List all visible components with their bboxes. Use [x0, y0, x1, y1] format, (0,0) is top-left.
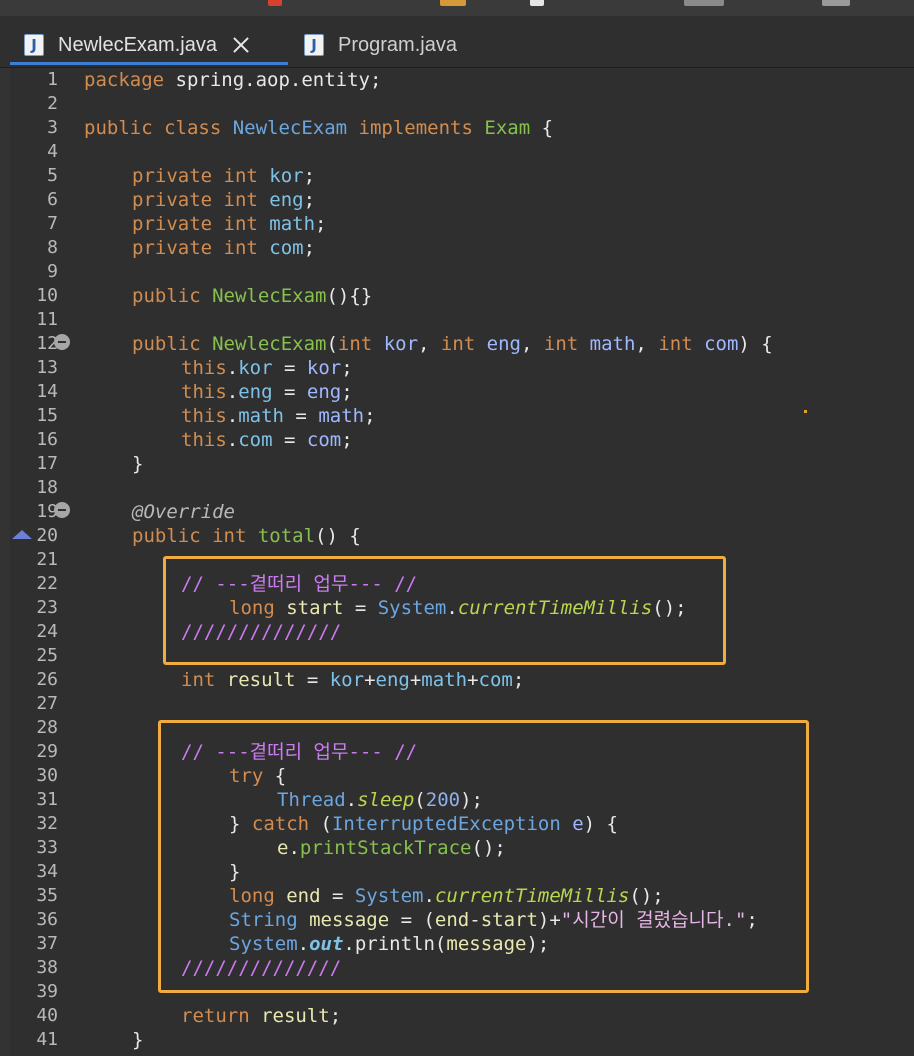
- line-number: 23: [36, 597, 58, 618]
- line-number: 3: [47, 117, 58, 138]
- override-marker-icon[interactable]: [12, 530, 32, 539]
- code-line-13: this.kor = kor;: [181, 357, 353, 379]
- line-number: 12: [36, 333, 58, 354]
- close-icon[interactable]: [231, 35, 251, 55]
- tab-label: Program.java: [338, 33, 457, 56]
- line-number-gutter: 1 2 3 4 5 6 7 8 9 10 11 12 13 14 15 16 17 18 19 20 21 22 23 24 2…: [10, 68, 80, 1056]
- line-number: 30: [36, 765, 58, 786]
- line-number: 4: [47, 141, 58, 162]
- toolbar-strip: [0, 0, 914, 16]
- code-line-34: }: [229, 861, 241, 883]
- line-number: 17: [36, 453, 58, 474]
- java-file-icon: J: [304, 34, 324, 56]
- line-number: 5: [47, 165, 58, 186]
- line-number: 19: [36, 501, 58, 522]
- code-line-29: // ---곁떠리 업무--- //: [181, 741, 418, 763]
- code-line-22: // ---곁떠리 업무--- //: [181, 573, 418, 595]
- editor-tab-bar: J NewlecExam.java J Program.java: [0, 16, 914, 68]
- line-number: 7: [47, 213, 58, 234]
- line-number: 34: [36, 861, 58, 882]
- line-number: 28: [36, 717, 58, 738]
- line-number: 10: [36, 285, 58, 306]
- code-line-7: private int math;: [132, 213, 327, 235]
- code-line-41: }: [132, 1029, 144, 1051]
- code-line-10: public NewlecExam(){}: [132, 285, 373, 307]
- line-number: 35: [36, 885, 58, 906]
- tab-label: NewlecExam.java: [58, 33, 217, 56]
- line-number: 37: [36, 933, 58, 954]
- code-line-23: long start = System.currentTimeMillis();: [229, 597, 687, 619]
- line-number: 18: [36, 477, 58, 498]
- warning-marker-dot: [804, 410, 807, 413]
- code-line-26: int result = kor+eng+math+com;: [181, 669, 525, 691]
- line-number: 26: [36, 669, 58, 690]
- code-line-19: @Override: [132, 501, 235, 523]
- code-line-16: this.com = com;: [181, 429, 353, 451]
- toolbar-icon[interactable]: [530, 0, 544, 6]
- code-line-6: private int eng;: [132, 189, 316, 211]
- toolbar-icon[interactable]: [822, 0, 850, 6]
- line-number: 25: [36, 645, 58, 666]
- java-file-icon: J: [24, 34, 44, 56]
- line-number: 27: [36, 693, 58, 714]
- code-line-40: return result;: [181, 1005, 342, 1027]
- tab-newlecexam[interactable]: J NewlecExam.java: [10, 28, 288, 65]
- line-number: 21: [36, 549, 58, 570]
- toolbar-icon[interactable]: [440, 0, 466, 6]
- code-line-31: Thread.sleep(200);: [277, 789, 483, 811]
- line-number: 16: [36, 429, 58, 450]
- line-number: 11: [36, 309, 58, 330]
- line-number: 13: [36, 357, 58, 378]
- code-line-33: e.printStackTrace();: [277, 837, 506, 859]
- code-line-14: this.eng = eng;: [181, 381, 353, 403]
- code-line-1: package spring.aop.entity;: [84, 69, 382, 91]
- code-line-32: } catch (InterruptedException e) {: [229, 813, 618, 835]
- line-number: 31: [36, 789, 58, 810]
- line-number: 15: [36, 405, 58, 426]
- line-number: 39: [36, 981, 58, 1002]
- line-number: 14: [36, 381, 58, 402]
- toolbar-icon[interactable]: [268, 0, 282, 6]
- line-number: 2: [47, 93, 58, 114]
- overview-ruler-left: [0, 68, 10, 1056]
- line-number: 32: [36, 813, 58, 834]
- line-number: 6: [47, 189, 58, 210]
- line-number: 22: [36, 573, 58, 594]
- code-line-17: }: [132, 453, 144, 475]
- code-line-3: public class NewlecExam implements Exam …: [84, 117, 554, 139]
- line-number: 36: [36, 909, 58, 930]
- code-line-15: this.math = math;: [181, 405, 376, 427]
- line-number: 9: [47, 261, 58, 282]
- code-line-35: long end = System.currentTimeMillis();: [229, 885, 664, 907]
- code-line-30: try {: [229, 765, 287, 787]
- line-number: 40: [36, 1005, 58, 1026]
- line-number: 41: [36, 1029, 58, 1050]
- code-line-5: private int kor;: [132, 165, 316, 187]
- line-number: 33: [36, 837, 58, 858]
- fold-collapse-icon[interactable]: [54, 502, 70, 518]
- code-line-24: //////////////: [181, 621, 342, 643]
- code-line-20: public int total() {: [132, 525, 361, 547]
- line-number: 24: [36, 621, 58, 642]
- line-number: 8: [47, 237, 58, 258]
- tab-program[interactable]: J Program.java: [300, 28, 500, 62]
- line-number: 38: [36, 957, 58, 978]
- code-line-38: //////////////: [181, 957, 342, 979]
- code-line-8: private int com;: [132, 237, 316, 259]
- code-editor[interactable]: 1 2 3 4 5 6 7 8 9 10 11 12 13 14 15 16 17 18 19 20 21 22 23 24 2…: [0, 68, 914, 1056]
- code-line-37: System.out.println(message);: [229, 933, 550, 955]
- fold-collapse-icon[interactable]: [54, 334, 70, 350]
- line-number: 29: [36, 741, 58, 762]
- code-line-12: public NewlecExam(int kor, int eng, int …: [132, 333, 773, 355]
- line-number: 1: [47, 69, 58, 90]
- toolbar-icon[interactable]: [684, 0, 724, 6]
- code-line-36: String message = (end-start)+"시간이 걸렸습니다.…: [229, 909, 758, 931]
